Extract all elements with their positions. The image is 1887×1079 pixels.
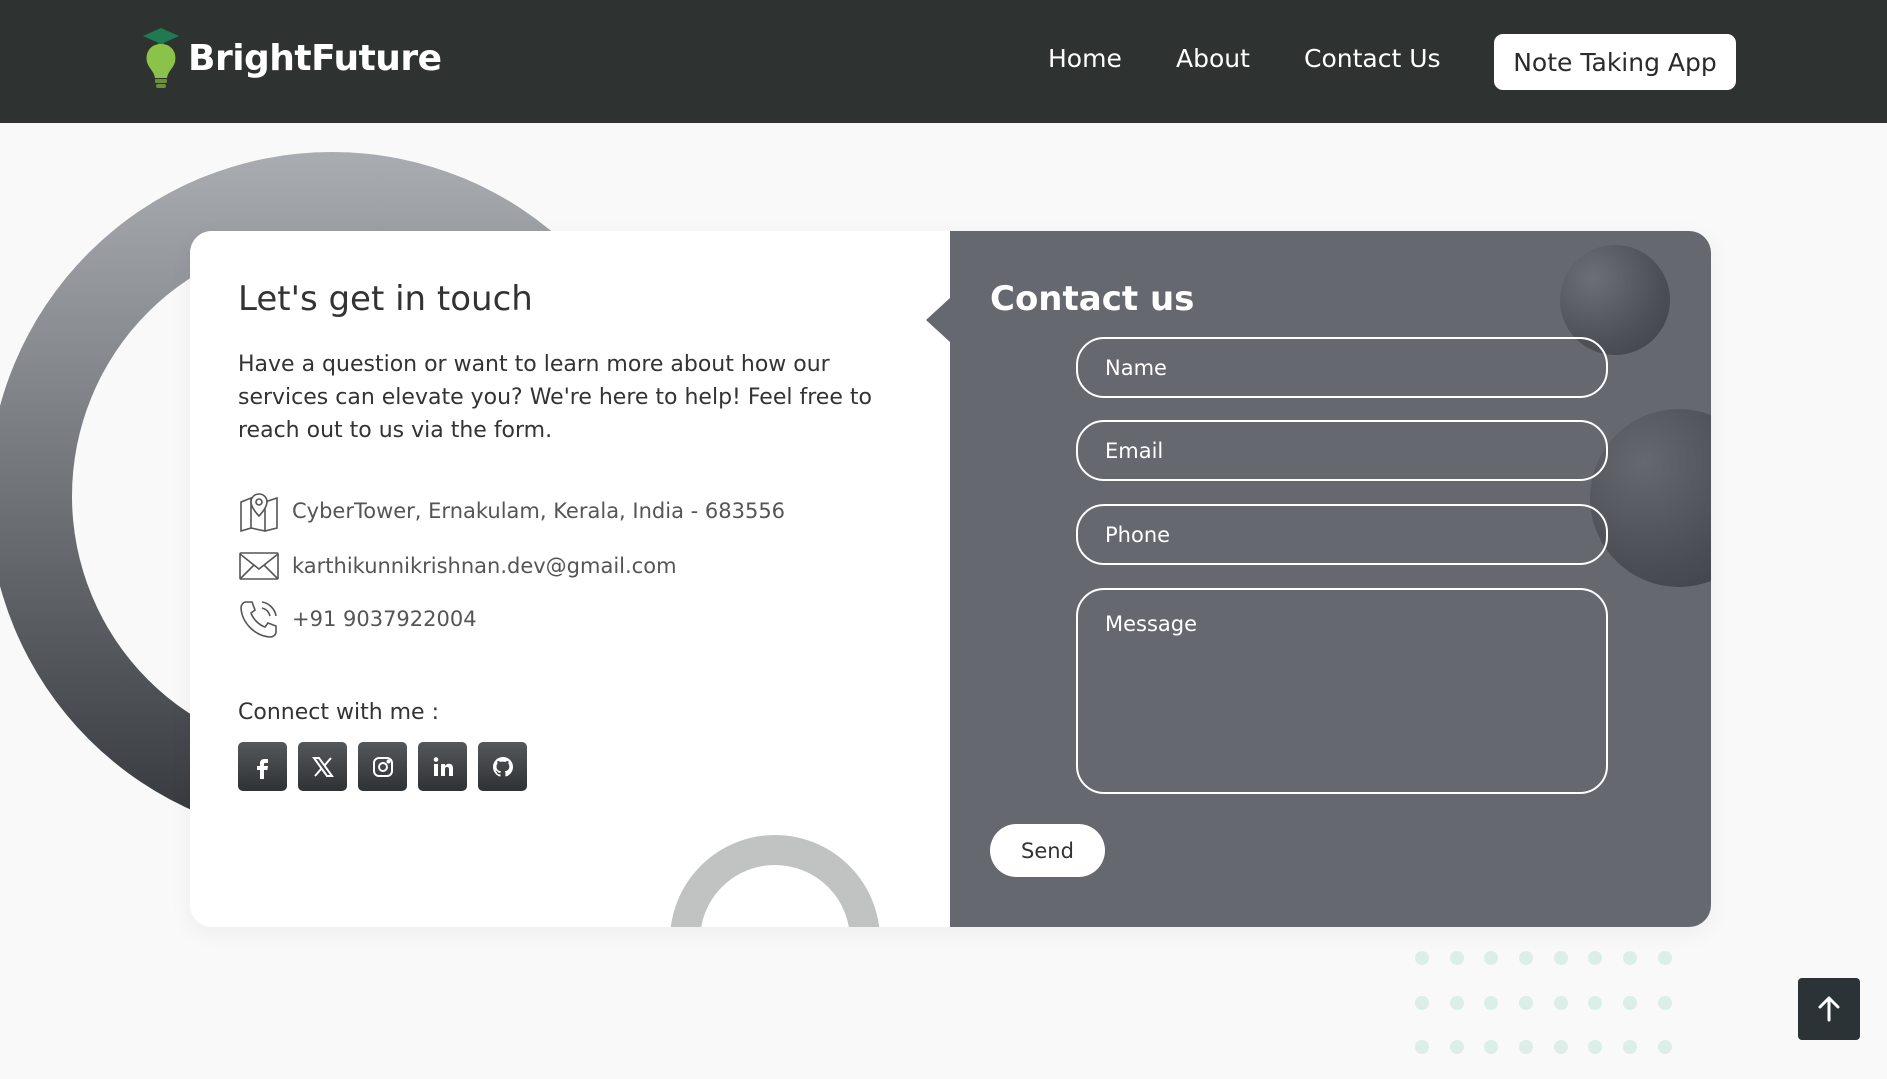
dot [1588,1040,1603,1054]
envelope-icon [239,552,279,580]
email-input[interactable] [1076,420,1608,481]
connect-label: Connect with me : [238,700,439,725]
lightbulb-graduation-icon [143,28,179,88]
dot [1484,995,1499,1010]
phone-input[interactable] [1076,504,1608,565]
contact-form-panel: Contact us Send [950,231,1711,927]
dot [1553,995,1568,1010]
dot [1484,951,1499,965]
panel-notch [926,298,950,342]
decorative-small-ring [670,835,880,927]
phone-text[interactable]: +91 9037922004 [292,607,477,631]
brand-logo[interactable]: BrightFuture [142,26,442,90]
decorative-dot-grid [1415,951,1672,1054]
scroll-to-top-button[interactable] [1798,978,1860,1040]
contact-intro-text: Have a question or want to learn more ab… [238,352,872,443]
dot [1519,951,1534,965]
linkedin-icon[interactable] [418,742,467,791]
arrow-up-icon [1818,996,1840,1022]
dot [1588,995,1603,1010]
dot [1623,951,1638,965]
dot [1657,951,1672,965]
message-textarea[interactable] [1076,588,1608,794]
name-input[interactable] [1076,337,1608,398]
dot [1588,951,1603,965]
address-row: CyberTower, Ernakulam, Kerala, India - 6… [238,490,785,532]
dot [1484,1040,1499,1054]
dot [1657,995,1672,1010]
facebook-icon[interactable] [238,742,287,791]
dot [1415,995,1429,1010]
phone-icon [240,601,277,638]
email-text[interactable]: karthikunnikrishnan.dev@gmail.com [292,554,677,578]
dot [1519,1040,1534,1054]
map-pin-icon [240,493,278,532]
contact-info-title: Let's get in touch [238,279,533,319]
instagram-icon[interactable] [358,742,407,791]
send-button[interactable]: Send [990,824,1105,877]
dot [1449,951,1464,965]
dot [1415,951,1429,965]
dot [1623,995,1638,1010]
github-icon[interactable] [478,742,527,791]
dot [1553,1040,1568,1054]
email-row: karthikunnikrishnan.dev@gmail.com [238,545,677,587]
dot [1657,1040,1672,1054]
nav-about[interactable]: About [1176,44,1250,73]
brand-name: BrightFuture [188,37,442,79]
nav-contact-us[interactable]: Contact Us [1304,44,1441,73]
phone-row: +91 9037922004 [238,598,477,640]
contact-form-title: Contact us [990,279,1195,319]
note-taking-app-button[interactable]: Note Taking App [1494,34,1736,90]
x-icon[interactable] [298,742,347,791]
nav-home[interactable]: Home [1048,44,1122,73]
address-text: CyberTower, Ernakulam, Kerala, India - 6… [292,499,786,523]
dot [1623,1040,1638,1054]
dot [1415,1040,1429,1054]
dot [1553,951,1568,965]
contact-info-panel: Let's get in touch Have a question or wa… [190,231,950,927]
social-links [238,742,527,791]
dot [1449,1040,1464,1054]
contact-card: Let's get in touch Have a question or wa… [190,231,1711,927]
dot [1449,995,1464,1010]
dot [1519,995,1534,1010]
navbar: BrightFuture Home About Contact Us Note … [0,0,1887,123]
decorative-orb [1590,409,1711,587]
